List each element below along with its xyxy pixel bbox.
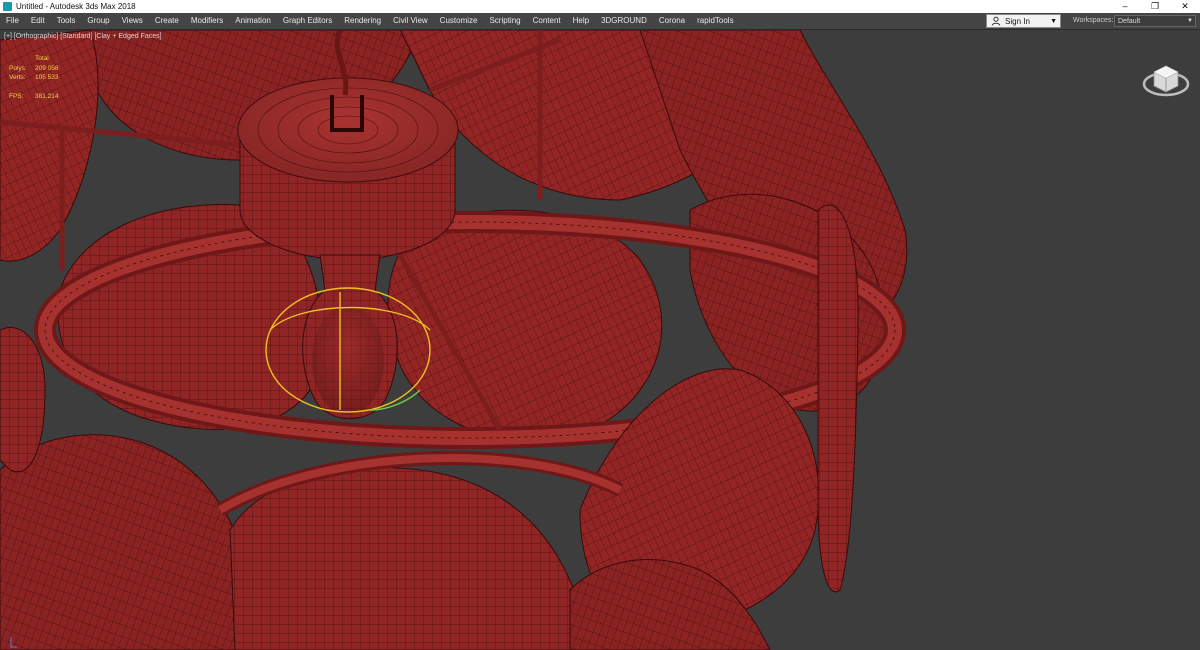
polys-label: Polys: — [9, 64, 27, 72]
menu-item-scripting[interactable]: Scripting — [483, 13, 526, 29]
polys-value: 209 058 — [35, 64, 59, 72]
menu-item-corona[interactable]: Corona — [653, 13, 691, 29]
menu-item-rendering[interactable]: Rendering — [338, 13, 387, 29]
menu-item-group[interactable]: Group — [81, 13, 115, 29]
chevron-down-icon: ▼ — [1187, 18, 1193, 24]
viewport[interactable]: [+] [Orthographic] [Standard] [Clay + Ed… — [0, 30, 1200, 650]
menu-item-animation[interactable]: Animation — [229, 13, 277, 29]
verts-label: Verts: — [9, 74, 26, 81]
menu-item-civil-view[interactable]: Civil View — [387, 13, 434, 29]
menu-item-3dground[interactable]: 3DGROUND — [595, 13, 653, 29]
minimize-button[interactable]: – — [1110, 0, 1140, 13]
sign-in-label: Sign In — [1005, 16, 1030, 26]
viewport-label[interactable]: [+] [Orthographic] [Standard] [Clay + Ed… — [4, 33, 162, 40]
sign-in-button[interactable]: Sign In ▼ — [986, 14, 1061, 28]
verts-value: 105 533 — [35, 74, 59, 81]
lower-shells — [0, 368, 820, 650]
menu-item-views[interactable]: Views — [116, 13, 149, 29]
menu-item-edit[interactable]: Edit — [25, 13, 51, 29]
title-bar: Untitled - Autodesk 3ds Max 2018 – ❐ ✕ — [0, 0, 1200, 13]
menu-item-tools[interactable]: Tools — [51, 13, 82, 29]
viewcube-icon[interactable] — [1140, 50, 1192, 102]
menu-item-help[interactable]: Help — [567, 13, 595, 29]
fps-label: FPS: — [9, 92, 24, 100]
chevron-down-icon: ▼ — [1050, 17, 1057, 25]
menu-item-customize[interactable]: Customize — [434, 13, 484, 29]
menu-item-create[interactable]: Create — [149, 13, 185, 29]
fps-value: 381,214 — [35, 92, 59, 100]
workspaces-label: Workspaces: — [1073, 17, 1114, 24]
menu-item-modifiers[interactable]: Modifiers — [185, 13, 229, 29]
statistics-overlay: Total Polys: 209 058 Verts: 105 533 FPS: 38… — [9, 54, 59, 101]
menu-item-content[interactable]: Content — [527, 13, 567, 29]
axis-tripod-icon — [10, 637, 17, 648]
viewport-scene — [0, 30, 908, 650]
window-title: Untitled - Autodesk 3ds Max 2018 — [16, 2, 136, 11]
menu-item-graph-editors[interactable]: Graph Editors — [277, 13, 338, 29]
menu-item-file[interactable]: File — [0, 13, 25, 29]
app-icon — [3, 2, 12, 11]
workspace-value: Default — [1118, 17, 1141, 25]
stats-header: Total — [35, 55, 49, 62]
restore-button[interactable]: ❐ — [1140, 0, 1170, 13]
user-icon — [991, 16, 1001, 26]
menu-item-rapidtools[interactable]: rapidTools — [691, 13, 739, 29]
workspace-select[interactable]: Default ▼ — [1114, 15, 1196, 27]
window-controls: – ❐ ✕ — [1110, 0, 1200, 13]
close-button[interactable]: ✕ — [1170, 0, 1200, 13]
